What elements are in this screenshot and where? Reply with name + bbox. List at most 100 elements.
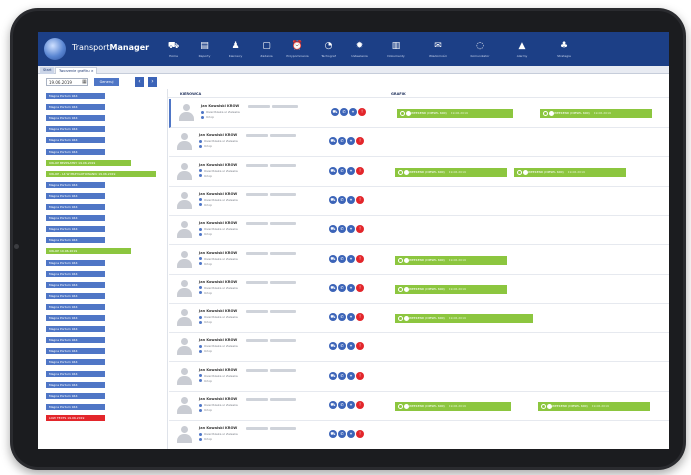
location-icon[interactable]: ⌖ (347, 371, 355, 380)
table-row[interactable]: Jan Kowalski KROW Osiel Rzeka ul Zaleska U… (169, 304, 669, 334)
schedule-bar[interactable]: WEEKEND (DIESEL 600) 19.06.2019 (395, 402, 511, 411)
left-list-item[interactable]: URLOP - L4 W PRZYGOTOWANIU 19.06.2019 (46, 170, 156, 177)
driver-name[interactable]: Jan Kowalski KROW (199, 221, 237, 225)
location-icon[interactable]: ⌖ (347, 137, 355, 146)
left-list-item[interactable]: Magna Portum 944 (46, 137, 105, 144)
driver-name[interactable]: Jan Kowalski KROW (199, 280, 237, 284)
table-row[interactable]: Jan Kowalski KROW Osiel Rzeka ul Zaleska U… (169, 187, 669, 216)
phone-icon[interactable]: ✆ (338, 313, 346, 322)
table-row[interactable]: Jan Kowalski KROW Osiel Rzeka ul Zaleska U… (169, 421, 669, 449)
location-icon[interactable]: ⌖ (347, 430, 355, 439)
schedule-bar[interactable]: WEEKEND (DIESEL 600) 19.06.2019 (514, 167, 626, 177)
nav-item-raporty[interactable]: ▤ Raporty (189, 32, 220, 66)
location-icon[interactable]: ⌖ (347, 313, 355, 322)
phone-icon[interactable]: ✆ (338, 430, 346, 439)
car-icon[interactable]: ⛟ (329, 283, 337, 292)
left-list-item[interactable]: Magna Portum 944 (46, 348, 105, 355)
location-icon[interactable]: ⌖ (347, 195, 355, 204)
table-row[interactable]: Jan Kowalski KROW Osiel Rzeka ul Zaleska U… (169, 216, 669, 246)
nav-item-tachograf[interactable]: ◔ Tachograf (313, 32, 344, 66)
driver-name[interactable]: Jan Kowalski KROW (199, 368, 237, 372)
left-list-item[interactable]: Magna Portum 944 (46, 93, 105, 99)
left-list-item[interactable]: Magna Portum 944 (46, 359, 105, 366)
table-row[interactable]: Jan Kowalski KROW Osiel Rzeka ul Zaleska U… (169, 392, 669, 421)
location-icon[interactable]: ⌖ (347, 166, 355, 175)
tab-schedule[interactable]: Tworzenie grafiku × (55, 67, 97, 74)
left-list-item[interactable]: Magna Portum 944 (46, 370, 105, 377)
car-icon[interactable]: ⛟ (329, 225, 337, 234)
table-row[interactable]: Jan Kowalski KROW Osiel Rzeka ul Zaleska U… (169, 158, 669, 187)
driver-name[interactable]: Jan Kowalski KROW (199, 338, 237, 342)
alert-icon[interactable]: ! (356, 195, 364, 204)
left-list-item[interactable]: URLOP BEZPŁATNY 19.06.2019 (46, 159, 131, 166)
location-icon[interactable]: ⌖ (347, 225, 355, 234)
phone-icon[interactable]: ✆ (338, 137, 346, 146)
alert-icon[interactable]: ! (356, 254, 364, 263)
nav-item-przypomnienia[interactable]: ⏰ Przypomnienia (282, 32, 313, 66)
left-list-item[interactable]: LOW TEXTS 19.06.2019 (46, 414, 105, 421)
nav-item-dokumenty[interactable]: ▥ Dokumenty (375, 32, 417, 66)
alert-icon[interactable]: ! (356, 166, 364, 175)
tab-start[interactable]: Start (40, 67, 54, 74)
car-icon[interactable]: ⛟ (329, 342, 337, 351)
car-icon[interactable]: ⛟ (329, 371, 337, 380)
nav-item-alarmy[interactable]: ▲ Alarmy (501, 32, 543, 66)
location-icon[interactable]: ⌖ (349, 108, 357, 116)
driver-name[interactable]: Jan Kowalski KROW (199, 397, 237, 401)
phone-icon[interactable]: ✆ (338, 225, 346, 234)
nav-item-zadania[interactable]: ▢ Zadania (251, 32, 282, 66)
alert-icon[interactable]: ! (356, 342, 364, 351)
table-row[interactable]: Jan Kowalski KROW Osiel Rzeka ul Zaleska U… (169, 333, 669, 363)
nav-item-strategia[interactable]: ♣ Strategia (543, 32, 585, 66)
left-list-item[interactable]: Magna Portum 944 (46, 148, 105, 155)
schedule-bar[interactable]: WEEKEND (DIESEL 600) 19.06.2019 (395, 167, 507, 177)
generate-button[interactable]: Generuj (94, 78, 119, 86)
nav-item-komunikator[interactable]: ◌ Komunikator (459, 32, 501, 66)
alert-icon[interactable]: ! (358, 108, 366, 116)
table-row[interactable]: Jan Kowalski KROW Osiel Rzeka ul Zaleska U… (169, 246, 669, 275)
left-list-item[interactable]: Magna Portum 944 (46, 181, 105, 188)
left-list-item[interactable]: Magna Portum 944 (46, 392, 105, 399)
car-icon[interactable]: ⛟ (329, 430, 337, 439)
left-list-item[interactable]: Magna Portum 944 (46, 326, 105, 333)
car-icon[interactable]: ⛟ (329, 195, 337, 204)
phone-icon[interactable]: ✆ (338, 283, 346, 292)
driver-name[interactable]: Jan Kowalski KROW (199, 163, 237, 167)
left-list-item[interactable]: Magna Portum 944 (46, 237, 105, 244)
car-icon[interactable]: ⛟ (331, 108, 339, 116)
left-list-item[interactable]: Magna Portum 944 (46, 126, 105, 133)
alert-icon[interactable]: ! (356, 225, 364, 234)
driver-name[interactable]: Jan Kowalski KROW (199, 426, 237, 430)
left-list-item[interactable]: URLOP 19.06.2019 (46, 248, 131, 255)
left-list-item[interactable]: Magna Portum 944 (46, 215, 105, 222)
car-icon[interactable]: ⛟ (329, 166, 337, 175)
driver-name[interactable]: Jan Kowalski KROW (199, 133, 237, 137)
phone-icon[interactable]: ✆ (338, 166, 346, 175)
schedule-bar[interactable]: WEEKEND (DIESEL 600) 19.06.2019 (540, 109, 652, 118)
left-list-item[interactable]: Magna Portum 944 (46, 259, 105, 266)
left-list-item[interactable]: Magna Portum 944 (46, 204, 105, 210)
phone-icon[interactable]: ✆ (340, 108, 348, 116)
left-list-item[interactable]: Magna Portum 944 (46, 115, 105, 122)
car-icon[interactable]: ⛟ (329, 137, 337, 146)
car-icon[interactable]: ⛟ (329, 313, 337, 322)
alert-icon[interactable]: ! (356, 371, 364, 380)
alert-icon[interactable]: ! (356, 313, 364, 322)
alert-icon[interactable]: ! (356, 430, 364, 439)
table-row[interactable]: Jan Kowalski KROW Osiel Rzeka ul Zaleska U… (169, 128, 669, 158)
schedule-bar[interactable]: WEEKEND (DIESEL 600) 19.06.2019 (395, 314, 533, 324)
table-row[interactable]: Jan Kowalski KROW Osiel Rzeka ul Zaleska U… (169, 99, 669, 128)
nav-item-home[interactable]: ⛟ Home (158, 32, 189, 66)
phone-icon[interactable]: ✆ (338, 371, 346, 380)
schedule-bar[interactable]: WEEKEND (DIESEL 600) 19.06.2019 (397, 109, 513, 118)
left-list-item[interactable]: Magna Portum 944 (46, 281, 105, 288)
calendar-icon[interactable]: ▦ (82, 79, 87, 85)
car-icon[interactable]: ⛟ (329, 401, 337, 409)
phone-icon[interactable]: ✆ (338, 342, 346, 351)
phone-icon[interactable]: ✆ (338, 195, 346, 204)
left-list-item[interactable]: Magna Portum 944 (46, 381, 105, 388)
driver-name[interactable]: Jan Kowalski KROW (199, 192, 237, 196)
left-list-item[interactable]: Magna Portum 944 (46, 303, 105, 310)
prev-button[interactable]: ‹ (135, 77, 144, 87)
nav-item-kierowcy[interactable]: ♟ Kierowcy (220, 32, 251, 66)
